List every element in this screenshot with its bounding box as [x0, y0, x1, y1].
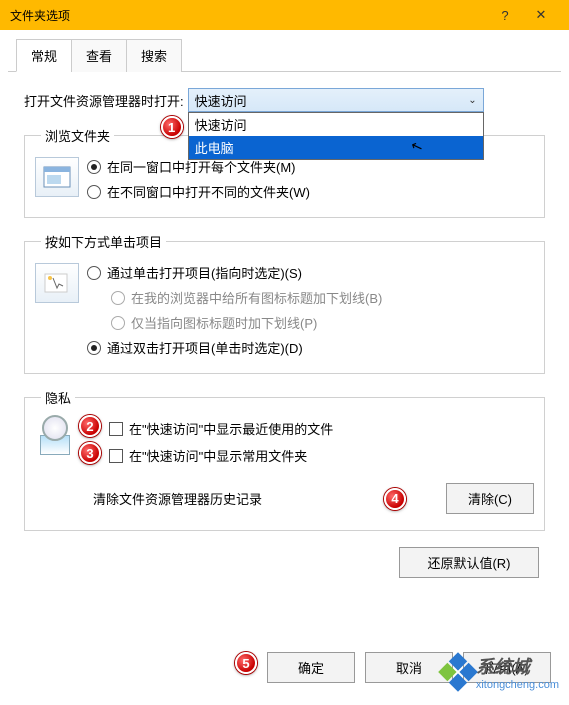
checkbox-frequent-folders[interactable]: 在"快速访问"中显示常用文件夹 [109, 446, 534, 465]
tab-general[interactable]: 常规 [16, 39, 72, 72]
radio-diff-window[interactable]: 在不同窗口中打开不同的文件夹(W) [87, 182, 310, 201]
tab-panel-general: 打开文件资源管理器时打开: 快速访问 ⌄ 快速访问 此电脑 ↖ 1 浏览文件夹 [0, 72, 569, 588]
tab-search[interactable]: 搜索 [126, 39, 182, 72]
checkbox-recent-files[interactable]: 在"快速访问"中显示最近使用的文件 [109, 419, 534, 438]
clear-history-label: 清除文件资源管理器历史记录 [93, 489, 262, 508]
open-with-row: 打开文件资源管理器时打开: 快速访问 ⌄ 快速访问 此电脑 ↖ 1 [24, 88, 545, 112]
privacy-group: 隐私 2 在"快速访问"中显示最近使用的文件 3 在 [24, 388, 545, 531]
radio-double-click[interactable]: 通过双击打开项目(单击时选定)(D) [87, 338, 382, 357]
marker-4: 4 [384, 488, 406, 510]
click-items-legend: 按如下方式单击项目 [41, 232, 166, 251]
marker-5: 5 [235, 652, 257, 674]
chevron-down-icon: ⌄ [468, 95, 476, 106]
apply-button[interactable]: 应用(A) [463, 652, 551, 683]
radio-underline-hover: 仅当指向图标标题时加下划线(P) [111, 313, 382, 332]
checkbox-icon [109, 449, 123, 463]
dropdown-item-quick-access[interactable]: 快速访问 [189, 113, 483, 136]
click-cursor-icon [35, 263, 79, 303]
restore-defaults-button[interactable]: 还原默认值(R) [399, 547, 539, 578]
marker-3: 3 [79, 442, 101, 464]
cancel-button[interactable]: 取消 [365, 652, 453, 683]
radio-icon [87, 341, 101, 355]
privacy-legend: 隐私 [41, 388, 75, 407]
click-items-group: 按如下方式单击项目 通过单击打开项目(指向时选定)(S) 在我的浏览器中给所有图… [24, 232, 545, 374]
cursor-icon: ↖ [408, 137, 425, 157]
window-title: 文件夹选项 [10, 7, 70, 24]
clock-icon [42, 415, 68, 441]
radio-icon [87, 266, 101, 280]
close-button[interactable]: ✕ [523, 0, 559, 30]
radio-single-click[interactable]: 通过单击打开项目(指向时选定)(S) [87, 263, 382, 282]
help-button[interactable]: ? [487, 0, 523, 30]
radio-underline-all: 在我的浏览器中给所有图标标题加下划线(B) [111, 288, 382, 307]
clear-button[interactable]: 清除(C) [446, 483, 534, 514]
radio-icon [111, 316, 125, 330]
ok-button[interactable]: 确定 [267, 652, 355, 683]
marker-2: 2 [79, 415, 101, 437]
privacy-icon [35, 415, 75, 455]
dropdown-item-this-pc[interactable]: 此电脑 ↖ [189, 136, 483, 159]
browse-folders-legend: 浏览文件夹 [41, 126, 114, 145]
open-with-dropdown: 快速访问 此电脑 ↖ [188, 112, 484, 160]
combo-selected-text: 快速访问 [195, 91, 247, 110]
radio-icon [87, 160, 101, 174]
dialog-buttons: 5 确定 取消 应用(A) [0, 640, 569, 695]
open-with-label: 打开文件资源管理器时打开: [24, 91, 184, 110]
open-with-combo[interactable]: 快速访问 ⌄ [188, 88, 484, 112]
marker-1: 1 [161, 116, 183, 138]
titlebar: 文件夹选项 ? ✕ [0, 0, 569, 30]
tab-strip: 常规 查看 搜索 [8, 38, 561, 72]
checkbox-icon [109, 422, 123, 436]
titlebar-controls: ? ✕ [487, 0, 559, 30]
open-with-combo-wrap: 快速访问 ⌄ 快速访问 此电脑 ↖ 1 [188, 88, 545, 112]
radio-icon [111, 291, 125, 305]
radio-icon [87, 185, 101, 199]
folder-window-icon [35, 157, 79, 197]
tab-view[interactable]: 查看 [71, 39, 127, 72]
